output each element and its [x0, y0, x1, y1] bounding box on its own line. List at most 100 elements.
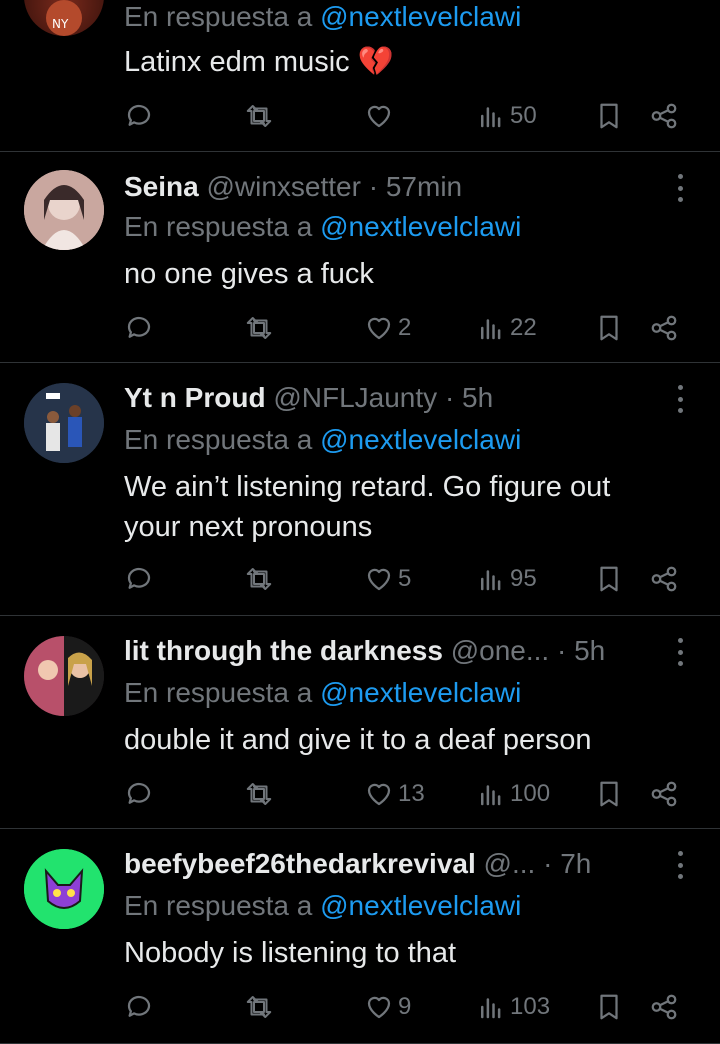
tweet-actions: 9 103 — [124, 987, 696, 1027]
tweet-text: Nobody is listening to that — [124, 937, 457, 969]
retweet-icon — [244, 564, 274, 594]
display-name[interactable]: lit through the darkness — [124, 635, 443, 666]
avatar-image: NY — [46, 0, 82, 36]
retweet-button[interactable] — [244, 308, 278, 348]
tweet-3[interactable]: lit through the darkness @one... · 5h En… — [0, 616, 720, 829]
reply-prefix: En respuesta a — [124, 677, 313, 708]
views-icon — [476, 779, 506, 809]
reply-context: En respuesta a @nextlevelclawi — [124, 0, 521, 34]
views-count: 100 — [510, 780, 551, 807]
bookmark-icon — [594, 101, 624, 131]
likes-count: 2 — [398, 314, 412, 341]
views-icon — [476, 101, 506, 131]
reply-context: En respuesta a @nextlevelclawi — [124, 676, 521, 710]
retweet-button[interactable] — [244, 559, 278, 599]
share-icon — [649, 313, 679, 343]
retweet-icon — [244, 992, 274, 1022]
share-button[interactable] — [649, 774, 679, 814]
heart-icon — [364, 564, 394, 594]
bookmark-button[interactable] — [594, 774, 624, 814]
retweet-button[interactable] — [244, 96, 278, 136]
avatar[interactable] — [24, 383, 104, 463]
timestamp[interactable]: 5h — [462, 382, 493, 413]
avatar-image — [24, 170, 104, 250]
display-name[interactable]: beefybeef26thedarkrevival — [124, 848, 476, 879]
dot-separator: · — [368, 171, 379, 202]
user-handle[interactable]: @... — [484, 848, 536, 879]
share-icon — [649, 564, 679, 594]
views-count: 95 — [510, 565, 537, 592]
reply-button[interactable] — [124, 96, 158, 136]
timestamp[interactable]: 5h — [574, 635, 605, 666]
retweet-button[interactable] — [244, 987, 278, 1027]
bookmark-button[interactable] — [594, 308, 624, 348]
avatar[interactable] — [24, 636, 104, 716]
tweet-actions: 2 22 — [124, 308, 696, 348]
avatar[interactable] — [24, 170, 104, 250]
like-button[interactable]: 13 — [364, 774, 425, 814]
like-button[interactable] — [364, 96, 398, 136]
tweet-4[interactable]: beefybeef26thedarkrevival @... · 7h En r… — [0, 829, 720, 1044]
display-name[interactable]: Seina — [124, 171, 199, 202]
tweet-1[interactable]: Seina @winxsetter · 57min En respuesta a… — [0, 152, 720, 363]
tweet-actions: 13 100 — [124, 774, 696, 814]
more-icon[interactable] — [668, 638, 692, 666]
reply-icon — [124, 313, 154, 343]
retweet-button[interactable] — [244, 774, 278, 814]
more-icon[interactable] — [668, 851, 692, 879]
user-handle[interactable]: @one... — [451, 635, 549, 666]
share-button[interactable] — [649, 96, 679, 136]
share-button[interactable] — [649, 308, 679, 348]
bookmark-button[interactable] — [594, 96, 624, 136]
avatar[interactable]: NY — [24, 0, 104, 36]
views-button[interactable]: 22 — [476, 308, 537, 348]
heart-icon — [364, 101, 394, 131]
mention-link[interactable]: @nextlevelclawi — [320, 890, 521, 921]
tweet-0[interactable]: NY En respuesta a @nextlevelclawi Latinx… — [0, 0, 720, 152]
bookmark-icon — [594, 992, 624, 1022]
share-button[interactable] — [649, 987, 679, 1027]
like-button[interactable]: 2 — [364, 308, 411, 348]
more-icon[interactable] — [668, 174, 692, 202]
like-button[interactable]: 5 — [364, 559, 411, 599]
share-button[interactable] — [649, 559, 679, 599]
user-handle[interactable]: @NFLJaunty — [273, 382, 437, 413]
likes-count: 9 — [398, 993, 412, 1020]
reply-button[interactable] — [124, 559, 158, 599]
retweet-icon — [244, 779, 274, 809]
views-count: 50 — [510, 102, 537, 129]
bookmark-button[interactable] — [594, 987, 624, 1027]
views-button[interactable]: 95 — [476, 559, 537, 599]
views-icon — [476, 992, 506, 1022]
views-button[interactable]: 50 — [476, 96, 537, 136]
like-button[interactable]: 9 — [364, 987, 411, 1027]
reply-context: En respuesta a @nextlevelclawi — [124, 210, 521, 244]
dot-separator: · — [444, 382, 455, 413]
more-icon[interactable] — [668, 385, 692, 413]
tweet-2[interactable]: Yt n Proud @NFLJaunty · 5h En respuesta … — [0, 363, 720, 616]
user-handle[interactable]: @winxsetter — [206, 171, 360, 202]
avatar[interactable] — [24, 849, 104, 929]
views-button[interactable]: 103 — [476, 987, 550, 1027]
timestamp[interactable]: 7h — [560, 848, 591, 879]
reply-prefix: En respuesta a — [124, 890, 313, 921]
share-icon — [649, 779, 679, 809]
mention-link[interactable]: @nextlevelclawi — [320, 1, 521, 32]
reply-icon — [124, 564, 154, 594]
mention-link[interactable]: @nextlevelclawi — [320, 424, 521, 455]
mention-link[interactable]: @nextlevelclawi — [320, 677, 521, 708]
dot-separator: · — [556, 635, 567, 666]
mention-link[interactable]: @nextlevelclawi — [320, 211, 521, 242]
reply-button[interactable] — [124, 987, 158, 1027]
reply-button[interactable] — [124, 308, 158, 348]
tweet-text: Latinx edm music 💔 — [124, 46, 394, 78]
reply-button[interactable] — [124, 774, 158, 814]
timestamp[interactable]: 57min — [386, 171, 462, 202]
views-button[interactable]: 100 — [476, 774, 550, 814]
likes-count: 5 — [398, 565, 412, 592]
reply-icon — [124, 101, 154, 131]
views-icon — [476, 313, 506, 343]
tweet-header: Seina @winxsetter · 57min — [124, 170, 640, 204]
bookmark-button[interactable] — [594, 559, 624, 599]
display-name[interactable]: Yt n Proud — [124, 382, 266, 413]
